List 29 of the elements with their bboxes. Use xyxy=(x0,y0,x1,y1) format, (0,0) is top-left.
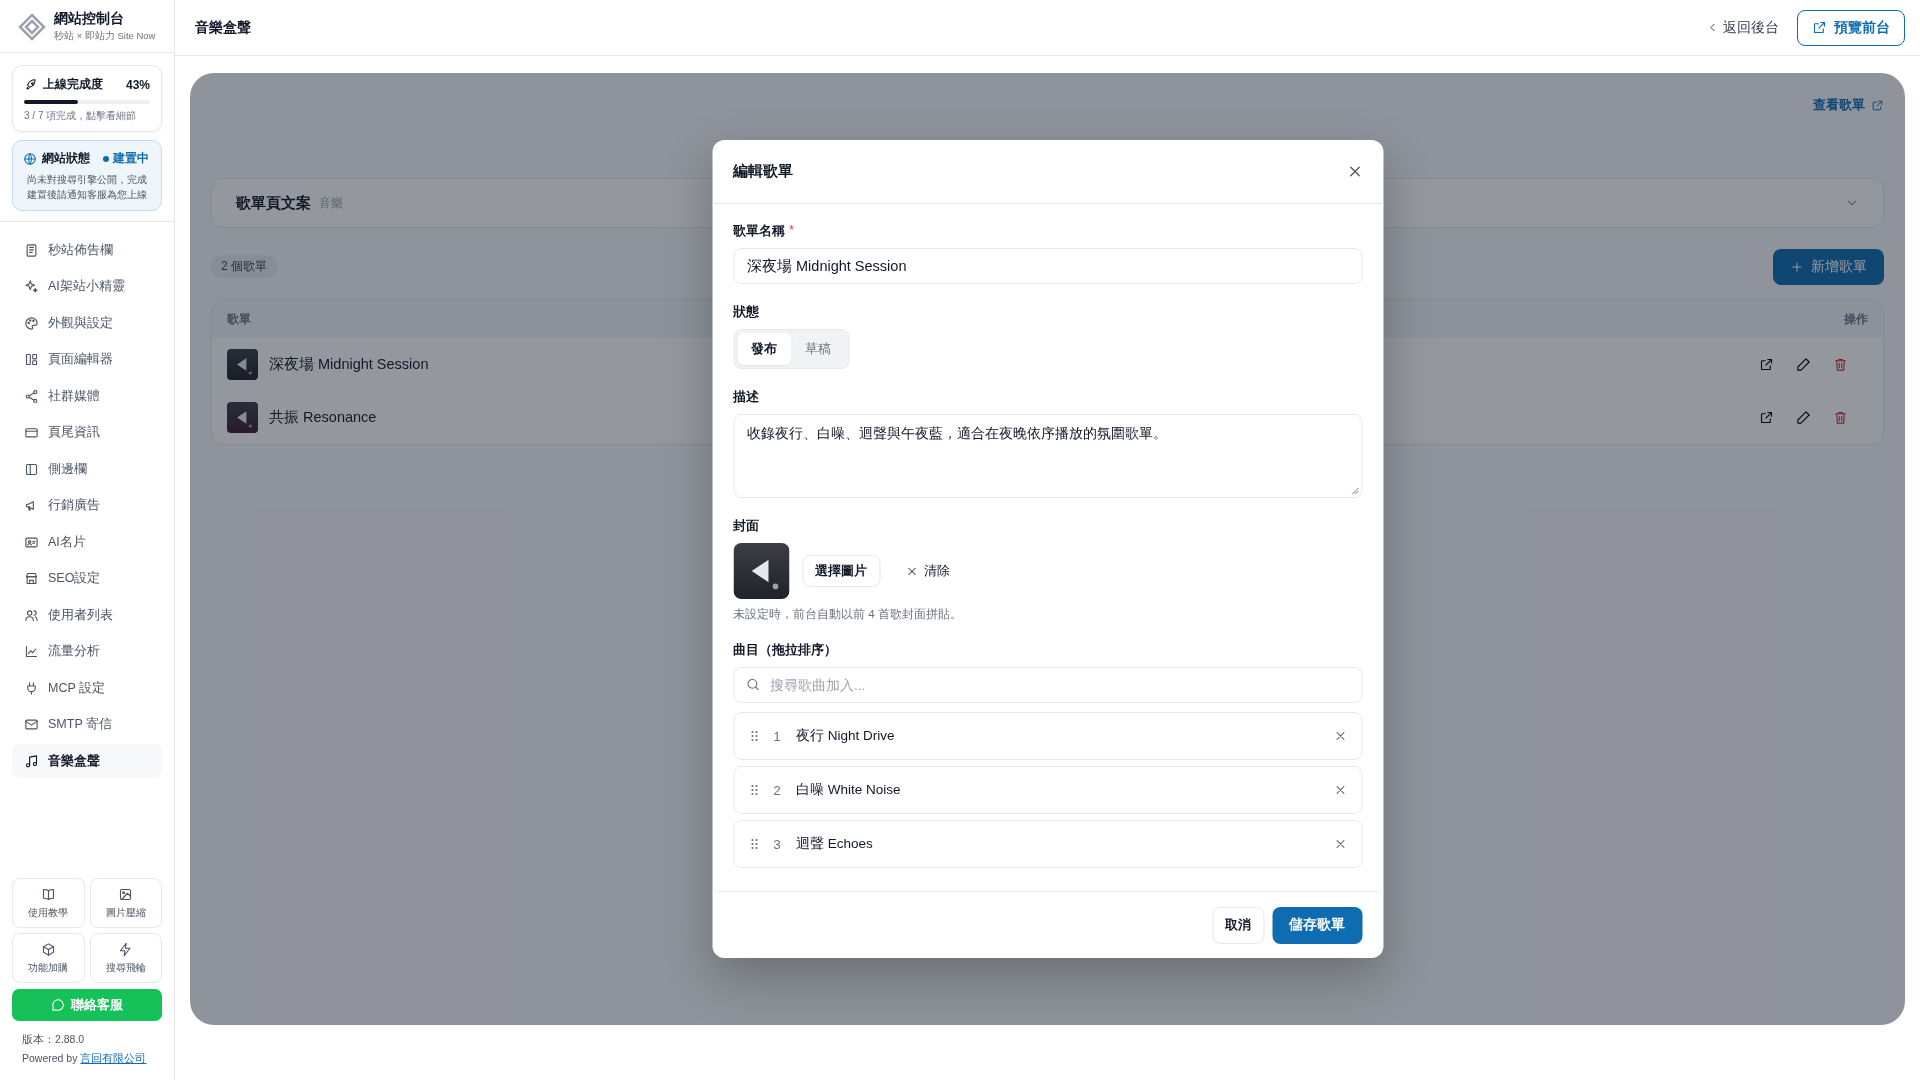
track-title: 白噪 White Noise xyxy=(796,781,901,799)
dialog-title: 編輯歌單 xyxy=(733,162,793,181)
column-header: 操作 xyxy=(1844,311,1868,327)
track-title: 夜行 Night Drive xyxy=(796,727,895,745)
playlist-title: 深夜場 Midnight Session xyxy=(269,355,429,374)
count-badge: 2 個歌單 xyxy=(211,255,277,278)
field-label: 狀態 xyxy=(733,303,759,321)
field-label: 封面 xyxy=(733,517,759,535)
brand-title: 網站控制台 xyxy=(54,10,125,28)
progress-label: 上線完成度 xyxy=(43,76,103,93)
powered-by-text: Powered by xyxy=(22,1052,78,1065)
track-title: 迴聲 Echoes xyxy=(796,835,873,853)
version-text: 版本：2.88.0 xyxy=(22,1032,86,1048)
track-number: 3 xyxy=(772,836,782,852)
cover-hint: 未設定時，前台自動以前 4 首歌封面拼貼。 xyxy=(733,607,963,622)
brand-subtitle: 秒站 × 即站力 Site Now xyxy=(54,30,156,43)
page-title: 音樂盒聲 xyxy=(195,18,251,37)
field-label: 描述 xyxy=(733,388,759,406)
status-label: 網站狀態 xyxy=(42,150,90,167)
section-title: 歌單頁文案 xyxy=(236,193,311,213)
progress-percent: 43% xyxy=(125,77,150,92)
status-note: 尚未對搜尋引擎公開，完成建置後請通知客服為您上線 xyxy=(26,173,148,202)
status-value: 建置中 xyxy=(113,150,149,167)
playlist-title: 共振 Resonance xyxy=(269,408,377,427)
progress-detail: 3 / 7 項完成，點擊看細節 xyxy=(24,109,138,123)
field-label: 曲目（拖拉排序） xyxy=(733,641,837,659)
column-header: 歌單 xyxy=(227,311,251,327)
track-number: 1 xyxy=(772,728,782,744)
track-number: 2 xyxy=(772,782,782,798)
